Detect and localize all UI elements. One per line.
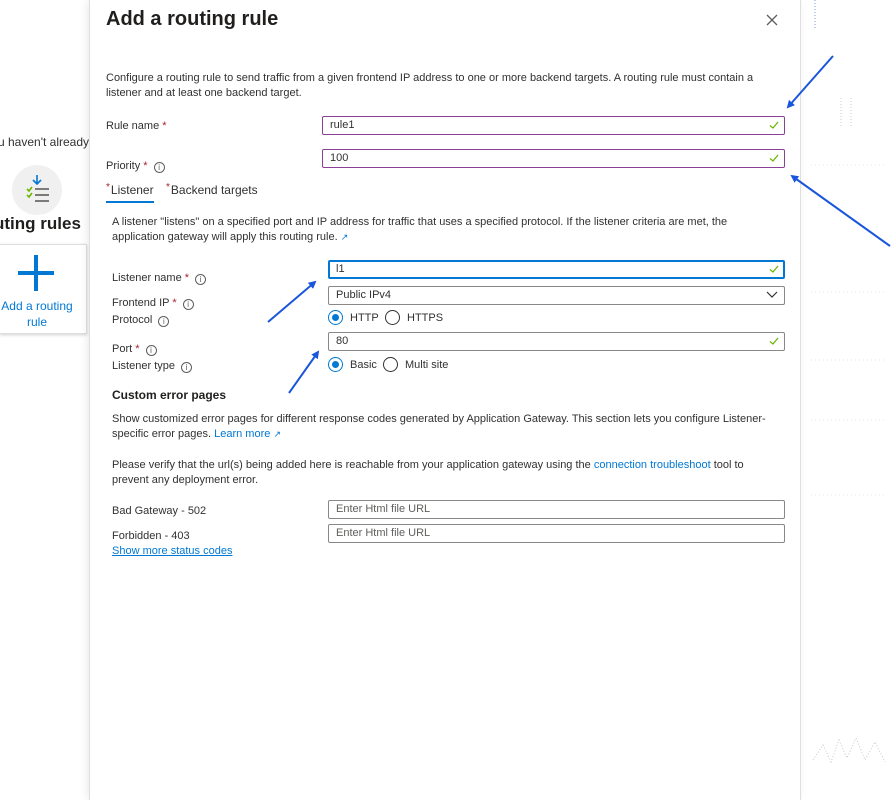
radio-selected [328,310,343,325]
rule-name-label: Rule name * [106,120,167,132]
frontend-ip-label: Frontend IP * i [112,297,194,310]
custom-error-pages-title: Custom error pages [112,388,227,402]
close-icon[interactable] [763,11,781,29]
screen: u haven't already, c uting rules Add a r… [0,0,893,800]
info-icon: i [158,316,170,327]
background-dotted-outline [811,0,886,764]
panel-title: Add a routing rule [106,8,279,30]
radio-unselected [385,310,400,325]
protocol-label: Protocol i [112,314,170,327]
priority-label: Priority * i [106,160,165,173]
routing-rules-icon [12,165,62,215]
add-routing-rule-label: Add a routing rule [1,299,73,329]
check-icon [769,121,779,129]
priority-input[interactable]: 100 [322,149,785,168]
background-intro-text: u haven't already, c [0,135,101,149]
listener-name-label: Listener name * i [112,272,207,285]
bad-gateway-label: Bad Gateway - 502 [112,505,207,517]
info-icon: i [180,362,192,373]
check-icon [769,337,779,345]
radio-selected [328,357,343,372]
protocol-http-radio[interactable]: HTTP [328,310,379,325]
panel-description: Configure a routing rule to send traffic… [106,72,754,99]
listener-type-label: Listener type i [112,360,192,373]
protocol-https-radio[interactable]: HTTPS [385,310,443,325]
custom-error-pages-description: Show customized error pages for differen… [112,413,766,440]
port-value: 80 [336,335,349,347]
listener-description: A listener "listens" on a specified port… [112,216,728,243]
routing-rules-heading: uting rules [0,214,81,233]
right-background [801,0,893,800]
info-icon: i [145,345,157,356]
chevron-down-icon [766,291,778,298]
listener-name-input[interactable]: l1 [328,260,785,279]
plus-icon [18,255,54,291]
forbidden-label: Forbidden - 403 [112,530,190,542]
verify-url-text: Please verify that the url(s) being adde… [112,459,744,486]
listener-type-multisite-radio[interactable]: Multi site [383,357,448,372]
port-input[interactable]: 80 [328,332,785,351]
add-routing-rule-card[interactable]: Add a routing rule [0,244,87,334]
add-routing-rule-panel: Add a routing rule Configure a routing r… [89,0,801,800]
external-link-icon: ↗ [273,429,281,439]
frontend-ip-value: Public IPv4 [336,289,392,301]
show-more-status-codes-link[interactable]: Show more status codes [112,545,232,557]
bad-gateway-placeholder: Enter Html file URL [336,503,431,515]
radio-unselected [383,357,398,372]
frontend-ip-dropdown[interactable]: Public IPv4 [328,286,785,305]
listener-type-basic-radio[interactable]: Basic [328,357,377,372]
check-icon [769,154,779,162]
tab-backend-targets[interactable]: *Backend targets [166,182,258,201]
forbidden-url-input[interactable]: Enter Html file URL [328,524,785,543]
priority-value: 100 [330,152,349,164]
background-page: u haven't already, c uting rules Add a r… [0,0,101,800]
rule-name-input[interactable]: rule1 [322,116,785,135]
listener-name-value: l1 [336,263,345,275]
rule-name-value: rule1 [330,119,355,131]
connection-troubleshoot-link[interactable]: connection troubleshoot [594,459,711,471]
info-icon: i [182,299,194,310]
info-icon: i [195,274,207,285]
port-label: Port * i [112,343,157,356]
external-link-icon: ↗ [340,232,349,242]
check-icon [769,265,779,273]
info-icon: i [153,162,165,173]
learn-more-link[interactable]: Learn more [214,428,270,440]
tab-listener[interactable]: *Listener [106,182,154,203]
bad-gateway-url-input[interactable]: Enter Html file URL [328,500,785,519]
forbidden-placeholder: Enter Html file URL [336,527,431,539]
